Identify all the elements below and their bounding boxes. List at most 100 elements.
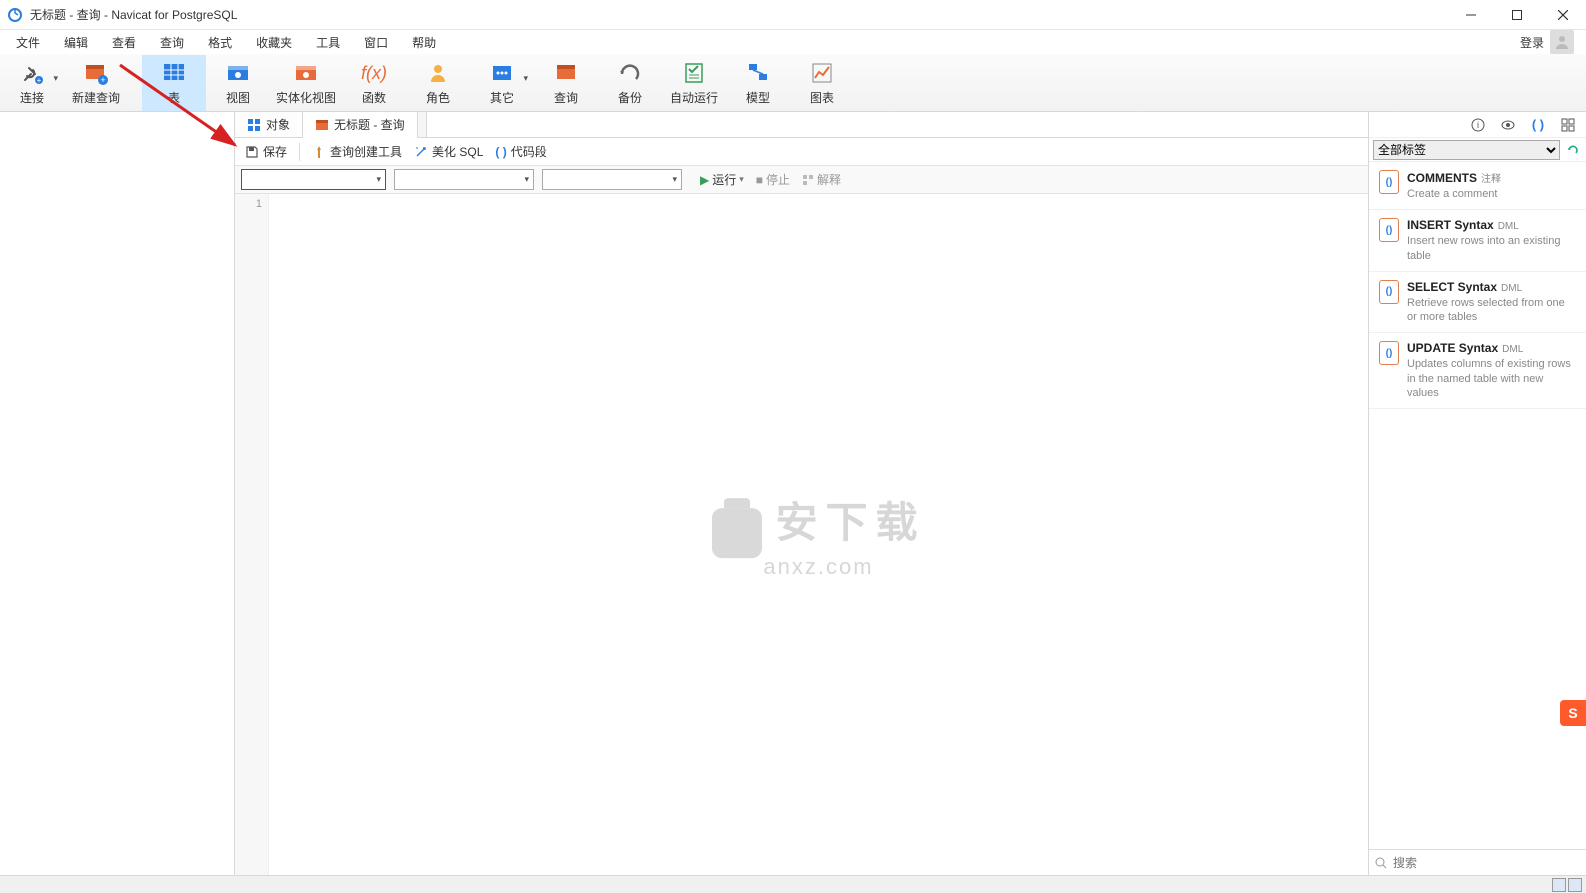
snippet-item[interactable]: () SELECT SyntaxDML Retrieve rows select… [1369,272,1586,334]
other-icon [488,59,516,87]
tab-search-area[interactable] [426,112,1368,137]
run-button[interactable]: ▶ 运行 ▾ [696,169,748,190]
menu-view[interactable]: 查看 [100,31,148,54]
toolbar-new-query[interactable]: + 新建查询 [64,55,128,111]
chevron-down-icon: ▾ [523,73,528,84]
panel-toggle-left[interactable] [1552,878,1566,892]
svg-text:+: + [100,75,105,85]
snippet-icon: () [1379,341,1399,365]
tag-filter-select[interactable]: 全部标签 [1373,140,1560,160]
snippet-item[interactable]: () UPDATE SyntaxDML Updates columns of e… [1369,333,1586,409]
eye-icon[interactable] [1500,117,1516,133]
save-icon [245,145,259,159]
svg-text:f(x): f(x) [361,63,387,83]
explain-button[interactable]: 解释 [798,169,845,190]
database-combo[interactable]: ▾ [394,169,534,190]
builder-icon [312,145,326,159]
toolbar-materialized-view[interactable]: 实体化视图 [270,55,342,111]
toolbar-model[interactable]: 模型 [726,55,790,111]
toolbar-view[interactable]: 视图 [206,55,270,111]
tab-label: 对象 [266,116,290,133]
table-icon [160,59,188,87]
auto-icon [680,59,708,87]
snippet-search-input[interactable] [1393,856,1580,870]
role-icon [424,59,452,87]
menu-format[interactable]: 格式 [196,31,244,54]
workspace: 对象 无标题 - 查询 保存 查询创建工具 美化 SQL [0,112,1586,875]
query-builder-button[interactable]: 查询创建工具 [308,141,406,162]
backup-icon [616,59,644,87]
editor-toolbar: 保存 查询创建工具 美化 SQL ( ) 代码段 [235,138,1368,166]
snippet-item[interactable]: () COMMENTS注释 Create a comment [1369,162,1586,210]
chevron-down-icon: ▾ [53,73,58,84]
right-panel-icons: i ( ) [1369,112,1586,138]
new-query-icon: + [82,59,110,87]
toolbar-query[interactable]: 查询 [534,55,598,111]
menu-edit[interactable]: 编辑 [52,31,100,54]
grid-icon[interactable] [1560,117,1576,133]
window-controls [1448,0,1586,30]
menu-tools[interactable]: 工具 [304,31,352,54]
tab-label: 无标题 - 查询 [334,116,405,133]
tab-untitled-query[interactable]: 无标题 - 查询 [303,112,418,138]
right-panel: i ( ) 全部标签 () COMMENTS注释 Create a commen… [1368,112,1586,875]
toolbar-automation[interactable]: 自动运行 [662,55,726,111]
user-avatar-icon[interactable] [1550,30,1574,54]
app-icon [6,6,24,24]
tab-objects[interactable]: 对象 [235,112,303,137]
matview-icon [292,59,320,87]
minimize-button[interactable] [1448,0,1494,30]
snippet-item[interactable]: () INSERT SyntaxDML Insert new rows into… [1369,210,1586,272]
play-icon: ▶ [700,173,709,187]
snippet-icon: () [1379,218,1399,242]
line-number: 1 [235,198,262,210]
main-toolbar: + ▾ 连接 + 新建查询 表 视图 实体化视图 f(x) 函数 角色 ▾ 其它… [0,54,1586,112]
menu-favorites[interactable]: 收藏夹 [244,31,304,54]
save-button[interactable]: 保存 [241,141,291,162]
schema-combo[interactable]: ▾ [542,169,682,190]
beautify-button[interactable]: 美化 SQL [410,141,487,162]
snippet-list: () COMMENTS注释 Create a comment () INSERT… [1369,162,1586,849]
menu-help[interactable]: 帮助 [400,31,448,54]
toolbar-function[interactable]: f(x) 函数 [342,55,406,111]
info-icon[interactable]: i [1470,117,1486,133]
maximize-button[interactable] [1494,0,1540,30]
sparkle-icon [414,145,428,159]
center-pane: 对象 无标题 - 查询 保存 查询创建工具 美化 SQL [235,112,1368,875]
toolbar-connect[interactable]: + ▾ 连接 [0,55,64,111]
menu-query[interactable]: 查询 [148,31,196,54]
code-area[interactable]: 安下载 anxz.com [269,194,1368,875]
snippet-icon: () [1379,280,1399,304]
stop-button[interactable]: ■ 停止 [752,169,794,190]
left-navigator[interactable] [0,112,235,875]
line-gutter: 1 [235,194,269,875]
snippet-search[interactable] [1369,849,1586,875]
braces-icon[interactable]: ( ) [1530,117,1546,133]
watermark: 安下载 anxz.com [711,489,925,581]
refresh-icon[interactable] [1564,141,1582,159]
chart-icon [808,59,836,87]
model-icon [744,59,772,87]
toolbar-chart[interactable]: 图表 [790,55,854,111]
panel-toggle-right[interactable] [1568,878,1582,892]
stop-icon: ■ [756,173,763,187]
query-icon [315,118,329,132]
plug-icon: + [18,59,46,87]
close-button[interactable] [1540,0,1586,30]
sql-editor[interactable]: 1 安下载 anxz.com [235,194,1368,875]
status-bar [0,875,1586,893]
login-link[interactable]: 登录 [1514,34,1550,51]
toolbar-table[interactable]: 表 [142,55,206,111]
snippet-button[interactable]: ( ) 代码段 [491,141,550,162]
search-icon [1375,857,1387,869]
tab-strip: 对象 无标题 - 查询 [235,112,1368,138]
toolbar-other[interactable]: ▾ 其它 [470,55,534,111]
view-icon [224,59,252,87]
toolbar-backup[interactable]: 备份 [598,55,662,111]
connection-row: ▾ ▾ ▾ ▶ 运行 ▾ ■ 停止 解释 [235,166,1368,194]
toolbar-role[interactable]: 角色 [406,55,470,111]
menu-file[interactable]: 文件 [4,31,52,54]
title-bar: 无标题 - 查询 - Navicat for PostgreSQL [0,0,1586,30]
menu-window[interactable]: 窗口 [352,31,400,54]
connection-combo[interactable]: ▾ [241,169,386,190]
